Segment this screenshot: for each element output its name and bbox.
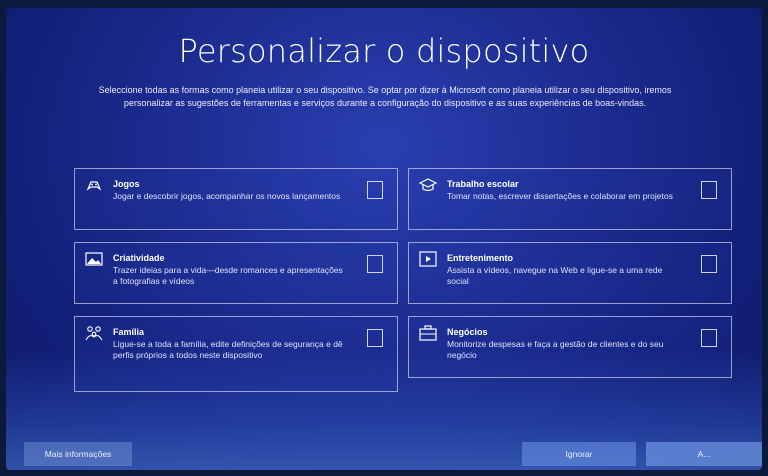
option-checkbox[interactable] — [701, 255, 717, 273]
option-card-schoolwork[interactable]: Trabalho escolar Tomar notas, escrever d… — [408, 168, 732, 230]
more-info-button[interactable]: Mais informações — [24, 442, 132, 466]
option-card-family[interactable]: Família Ligue-se a toda a família, edite… — [74, 316, 398, 392]
graduation-cap-icon — [419, 177, 437, 193]
family-icon — [85, 325, 103, 341]
briefcase-icon — [419, 325, 437, 341]
option-title: Negócios — [447, 327, 488, 337]
option-card-entertainment[interactable]: Entretenimento Assista a vídeos, navegue… — [408, 242, 732, 304]
option-checkbox[interactable] — [701, 181, 717, 199]
option-description: Assista a vídeos, navegue na Web e ligue… — [447, 265, 663, 286]
option-checkbox[interactable] — [367, 329, 383, 347]
option-card-gaming[interactable]: Jogos Jogar e descobrir jogos, acompanha… — [74, 168, 398, 230]
option-description: Tomar notas, escrever dissertações e col… — [447, 191, 673, 201]
option-checkbox[interactable] — [367, 255, 383, 273]
option-card-business[interactable]: Negócios Monitorize despesas e faça a ge… — [408, 316, 732, 378]
page-title: Personalizar o dispositivo — [178, 32, 590, 70]
gamepad-icon — [85, 177, 103, 193]
option-checkbox[interactable] — [367, 181, 383, 199]
option-description: Ligue-se a toda a família, edite definiç… — [113, 339, 343, 360]
option-title: Família — [113, 327, 145, 337]
option-title: Criatividade — [113, 253, 165, 263]
page-subtitle: Seleccione todas as formas como planeia … — [98, 85, 672, 108]
option-title: Jogos — [113, 179, 140, 189]
accept-button[interactable]: A... — [646, 442, 762, 466]
media-icon — [419, 251, 437, 267]
option-checkbox[interactable] — [701, 329, 717, 347]
setup-screen: Personalizar o dispositivo Seleccione to… — [6, 8, 762, 470]
skip-button[interactable]: Ignorar — [522, 442, 636, 466]
option-description: Monitorize despesas e faça a gestão de c… — [447, 339, 664, 360]
option-title: Entretenimento — [447, 253, 514, 263]
option-description: Jogar e descobrir jogos, acompanhar os n… — [113, 191, 341, 201]
option-card-creativity[interactable]: Criatividade Trazer ideias para a vida—d… — [74, 242, 398, 304]
image-icon — [85, 251, 103, 267]
option-description: Trazer ideias para a vida—desde romances… — [113, 265, 343, 286]
option-title: Trabalho escolar — [447, 179, 519, 189]
